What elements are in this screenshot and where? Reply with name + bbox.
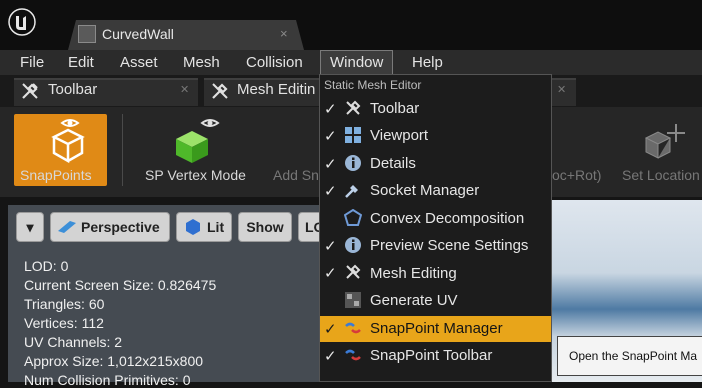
menu-file[interactable]: File	[20, 50, 44, 75]
pin-icon[interactable]: ✕	[180, 83, 189, 96]
set-location-icon[interactable]	[640, 120, 688, 164]
uv-icon	[345, 292, 361, 308]
wrench-icon	[346, 100, 361, 115]
pin-icon[interactable]: ✕	[557, 83, 566, 96]
perspective-icon	[58, 221, 76, 233]
unreal-engine-logo-icon	[8, 8, 36, 36]
wrench-icon	[212, 83, 228, 99]
viewport-options-button[interactable]: ▾	[16, 212, 44, 242]
add-snappoint-label[interactable]: Add Sn	[273, 167, 319, 183]
show-button[interactable]: Show	[238, 212, 292, 242]
convex-icon	[344, 209, 362, 226]
menu-item-label: Generate UV	[370, 292, 458, 309]
menu-section-header: Static Mesh Editor	[324, 78, 422, 92]
checkmark-icon: ✓	[324, 265, 337, 282]
toolbar-separator	[122, 114, 123, 186]
checkmark-icon: ✓	[324, 101, 337, 118]
menu-item-label: Mesh Editing	[370, 265, 457, 282]
menu-item-label: Viewport	[370, 127, 429, 144]
stat-screen-size: Current Screen Size: 0.826475	[24, 277, 217, 293]
menu-asset[interactable]: Asset	[120, 50, 158, 75]
menu-edit[interactable]: Edit	[68, 50, 94, 75]
menu-item-label: Toolbar	[370, 100, 420, 117]
menu-window[interactable]: Window	[320, 50, 394, 75]
menu-item-label: Socket Manager	[370, 182, 480, 199]
loc-rot-label[interactable]: oc+Rot)	[552, 167, 601, 183]
wrench-icon	[22, 83, 38, 99]
checkmark-icon: ✓	[324, 183, 337, 200]
info-icon	[345, 237, 361, 253]
stat-vertices: Vertices: 112	[24, 315, 104, 331]
menu-mesh[interactable]: Mesh	[183, 50, 220, 75]
socket-icon	[345, 185, 358, 198]
snappoint-icon	[345, 322, 361, 334]
sp-vertex-mode-label[interactable]: SP Vertex Mode	[145, 167, 246, 183]
document-tab-title: CurvedWall	[102, 26, 174, 42]
wrench-icon	[346, 264, 361, 279]
close-tab-icon[interactable]: ×	[280, 26, 288, 41]
set-location-label[interactable]: Set Location	[622, 167, 700, 183]
snappoint-icon	[345, 349, 361, 361]
menu-item-label: SnapPoint Toolbar	[370, 347, 493, 364]
panel-tab-toolbar[interactable]	[14, 78, 198, 106]
lit-sphere-icon	[186, 219, 200, 235]
checkmark-icon: ✓	[324, 348, 337, 365]
menu-help[interactable]: Help	[412, 50, 443, 75]
stat-collision-primitives: Num Collision Primitives: 0	[24, 372, 191, 388]
panel-tab-toolbar-label: Toolbar	[48, 81, 98, 98]
snappoint-cube-eye-icon	[51, 119, 85, 164]
checkmark-icon: ✓	[324, 321, 337, 338]
menu-collision[interactable]: Collision	[246, 50, 303, 75]
menu-item-label: Preview Scene Settings	[370, 237, 529, 254]
stat-uv-channels: UV Channels: 2	[24, 334, 123, 350]
checkmark-icon: ✓	[324, 238, 337, 255]
info-icon	[345, 155, 361, 171]
stat-triangles: Triangles: 60	[24, 296, 105, 312]
menu-item-label: Details	[370, 155, 416, 172]
menu-item-label: SnapPoint Manager	[370, 320, 503, 337]
checkmark-icon: ✓	[324, 156, 337, 173]
viewport-grid-icon	[345, 127, 361, 143]
menu-item-label: Convex Decomposition	[370, 210, 525, 227]
sp-vertex-mode-icon[interactable]	[172, 117, 228, 165]
checkmark-icon: ✓	[324, 128, 337, 145]
static-mesh-asset-icon	[78, 25, 96, 43]
panel-tab-mesh-editing-label: Mesh Editin	[237, 81, 316, 98]
snappoints-button-label: SnapPoints	[20, 167, 92, 183]
tooltip-text: Open the SnapPoint Ma	[569, 349, 698, 363]
stat-approx-size: Approx Size: 1,012x215x800	[24, 353, 204, 369]
stat-lod: LOD: 0	[24, 258, 69, 274]
